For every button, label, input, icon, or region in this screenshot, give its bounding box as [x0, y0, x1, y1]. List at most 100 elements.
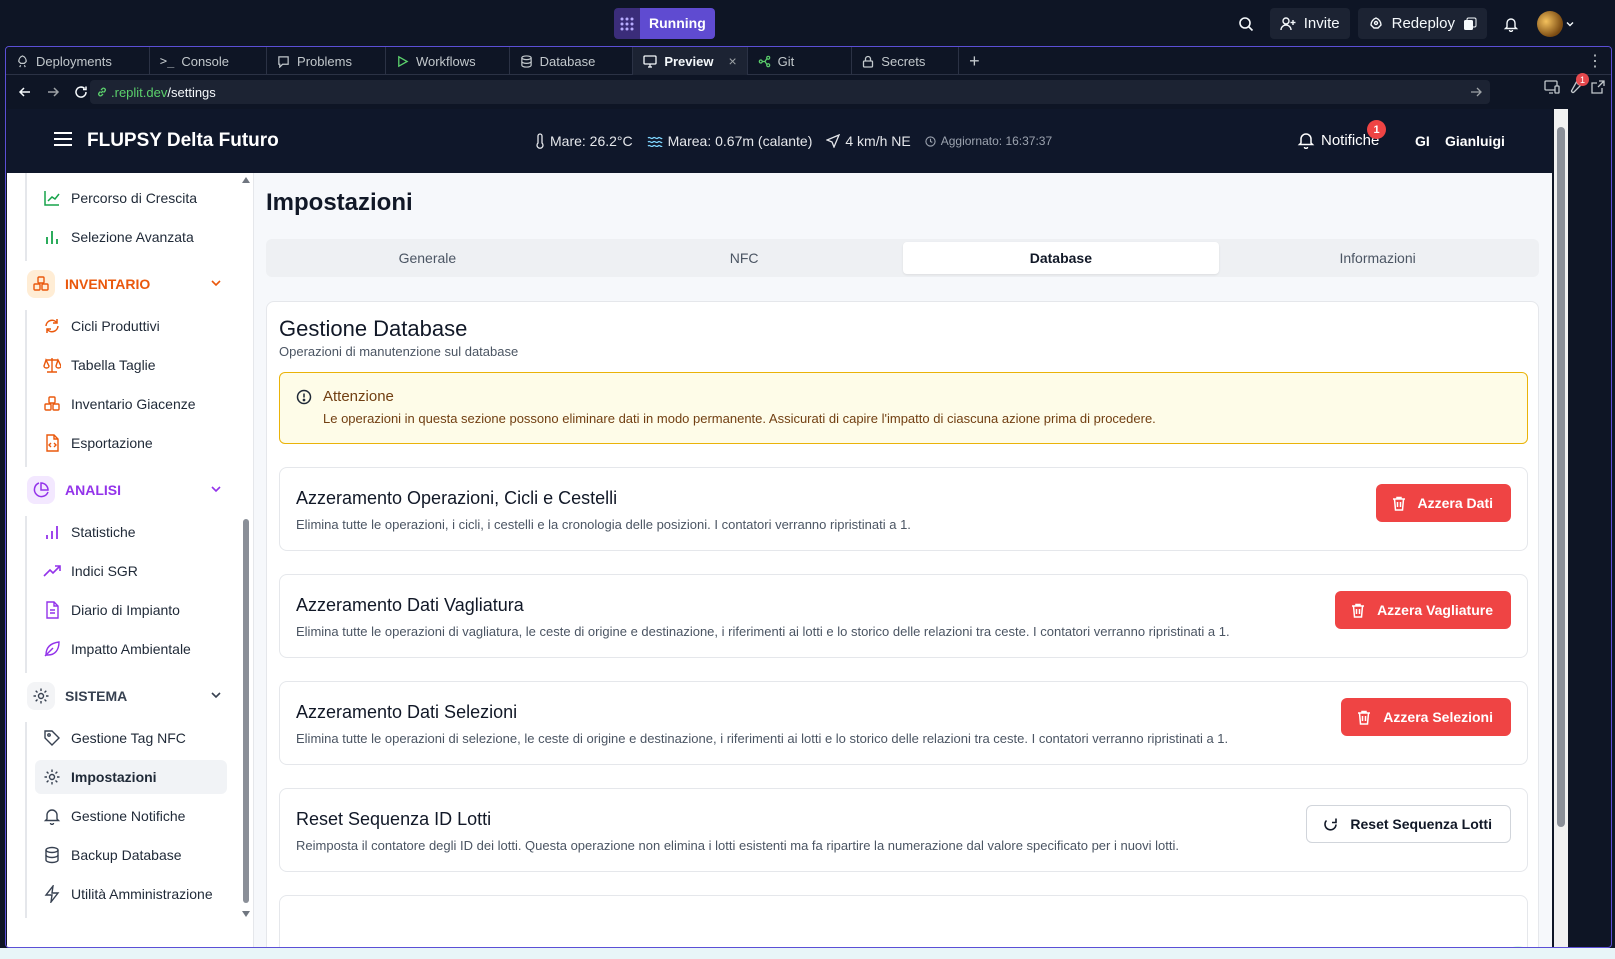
operation-title: Azzeramento Dati Selezioni [296, 702, 518, 722]
deploy-icon [18, 54, 27, 67]
user-name[interactable]: Gianluigi [1445, 133, 1505, 149]
database-card: Gestione Database Operazioni di manutenz… [266, 301, 1539, 947]
scroll-down-arrow[interactable] [242, 911, 250, 917]
new-tab-button[interactable]: + [959, 47, 989, 75]
alert-text: Le operazioni in questa sezione possono … [323, 411, 1156, 426]
last-updated: Aggiornato: 16:37:37 [925, 134, 1052, 148]
sidebar-section-sistema[interactable]: SISTEMA [27, 679, 223, 713]
notifications-button[interactable]: Notifiche 1 [1297, 120, 1386, 149]
sidebar-item-impatto-ambientale[interactable]: Impatto Ambientale [35, 632, 227, 666]
sidebar-item-backup-database[interactable]: Backup Database [35, 838, 227, 872]
sidebar: Percorso di Crescita Selezione Avanzata … [7, 173, 254, 947]
url-host: .replit.dev [111, 84, 168, 100]
menu-icon[interactable] [53, 131, 73, 147]
zap-icon [44, 885, 60, 903]
back-arrow-icon[interactable] [12, 79, 38, 105]
bell-icon[interactable] [1495, 8, 1526, 39]
open-external-icon[interactable] [1591, 79, 1605, 94]
forward-arrow-icon[interactable] [40, 79, 66, 105]
user-avatar[interactable] [1534, 8, 1565, 39]
url-bar[interactable]: .replit.dev/settings [90, 80, 1490, 104]
tab-label: Workflows [415, 53, 476, 69]
azzera-selezioni-button[interactable]: Azzera Selezioni [1341, 698, 1511, 736]
button-label: Azzera Selezioni [1383, 709, 1493, 725]
tab-problems[interactable]: Problems [267, 47, 386, 75]
weather-bar: Mare: 26.2°C Marea: 0.67m (calante) 4 km… [535, 133, 1052, 149]
rotate-icon [1324, 818, 1338, 831]
tab-nfc[interactable]: NFC [586, 242, 903, 274]
tab-database[interactable]: Database [902, 242, 1220, 274]
sidebar-item-statistiche[interactable]: Statistiche [35, 515, 227, 549]
invite-button[interactable]: Invite [1269, 8, 1350, 39]
sidebar-item-gestione-notifiche[interactable]: Gestione Notifiche [35, 799, 227, 833]
tide: Marea: 0.67m (calante) [647, 133, 812, 149]
devtools-badge: 1 [1576, 73, 1589, 86]
scroll-up-arrow[interactable] [242, 177, 250, 183]
tab-generale[interactable]: Generale [269, 242, 586, 274]
azzera-vagliature-button[interactable]: Azzera Vagliature [1335, 591, 1511, 629]
thermometer-icon [536, 133, 544, 149]
operation-title: Reset Sequenza ID Lotti [296, 809, 492, 829]
sidebar-scrollbar[interactable] [243, 519, 249, 903]
chevron-down-icon[interactable] [1565, 19, 1575, 29]
sidebar-item-esportazione[interactable]: Esportazione [35, 426, 227, 460]
tab-database[interactable]: Database [510, 47, 634, 75]
sidebar-section-analisi[interactable]: ANALISI [27, 473, 223, 507]
sidebar-item-indici-sgr[interactable]: Indici SGR [35, 554, 227, 588]
workspace-pane: Deployments >_ Console Problems Workflow… [5, 46, 1612, 948]
devices-icon[interactable] [1544, 79, 1560, 94]
azzera-dati-button[interactable]: Azzera Dati [1375, 484, 1511, 522]
clock-icon [925, 135, 936, 147]
line-chart-icon [44, 191, 60, 206]
sidebar-item-label: Inventario Giacenze [71, 396, 196, 412]
reset-sequenza-lotti-button[interactable]: Reset Sequenza Lotti [1306, 805, 1511, 843]
navigation-icon [826, 134, 841, 148]
operation-reset-selezioni: Azzeramento Dati Selezioni Elimina tutte… [279, 681, 1528, 765]
redeploy-label: Redeploy [1391, 15, 1455, 32]
sidebar-item-inventario-giacenze[interactable]: Inventario Giacenze [35, 387, 227, 421]
copy-icon [1464, 17, 1477, 30]
bottom-strip [0, 948, 1615, 959]
invite-label: Invite [1303, 15, 1340, 32]
redeploy-button[interactable]: Redeploy [1357, 8, 1487, 39]
sidebar-item-impostazioni[interactable]: Impostazioni [35, 760, 227, 794]
sidebar-item-selezione-avanzata[interactable]: Selezione Avanzata [35, 220, 227, 254]
card-title: Gestione Database [279, 316, 468, 341]
sidebar-item-utilita-amministrazione[interactable]: Utilità Amministrazione [35, 877, 227, 911]
tab-secrets[interactable]: Secrets [852, 47, 960, 75]
devtools-icon[interactable]: 1 [1568, 73, 1589, 94]
sidebar-item-cicli-produttivi[interactable]: Cicli Produttivi [35, 309, 227, 343]
refresh-icon [45, 319, 59, 333]
sidebar-item-percorso-crescita[interactable]: Percorso di Crescita [35, 181, 227, 215]
git-icon [758, 55, 770, 67]
sidebar-item-label: Backup Database [71, 847, 182, 863]
replit-topbar: Running Invite Redeploy [0, 0, 1615, 46]
user-initials[interactable]: GI [1415, 133, 1430, 149]
tab-label: Git [777, 53, 795, 69]
run-status-button[interactable]: Running [614, 8, 715, 39]
sidebar-item-tabella-taglie[interactable]: Tabella Taglie [35, 348, 227, 382]
sea-temp-text: Mare: 26.2°C [550, 133, 633, 149]
file-code-icon [46, 434, 59, 452]
sidebar-item-diario-impianto[interactable]: Diario di Impianto [35, 593, 227, 627]
preview-scrollbar-thumb[interactable] [1557, 127, 1565, 827]
bar-chart-icon [46, 231, 58, 244]
sidebar-section-inventario[interactable]: INVENTARIO [27, 267, 223, 301]
app-brand[interactable]: FLUPSY Delta Futuro [87, 130, 279, 152]
sidebar-item-gestione-tag-nfc[interactable]: Gestione Tag NFC [35, 721, 227, 755]
alert-circle-icon [296, 389, 312, 405]
trash-icon [1358, 710, 1371, 725]
search-icon[interactable] [1231, 8, 1262, 39]
database-icon [45, 846, 59, 864]
sidebar-item-label: Impatto Ambientale [71, 641, 191, 657]
tab-informazioni[interactable]: Informazioni [1219, 242, 1536, 274]
more-icon[interactable]: ⋮ [1587, 47, 1603, 75]
tab-console[interactable]: >_ Console [150, 47, 268, 75]
tab-deployments[interactable]: Deployments [6, 47, 150, 75]
close-icon[interactable]: × [728, 53, 736, 69]
tab-workflows[interactable]: Workflows [386, 47, 510, 75]
preview-scrollbar[interactable] [1554, 109, 1568, 947]
tab-preview[interactable]: Preview × [633, 47, 748, 75]
sidebar-item-label: Esportazione [71, 435, 153, 451]
tab-git[interactable]: Git [748, 47, 853, 75]
